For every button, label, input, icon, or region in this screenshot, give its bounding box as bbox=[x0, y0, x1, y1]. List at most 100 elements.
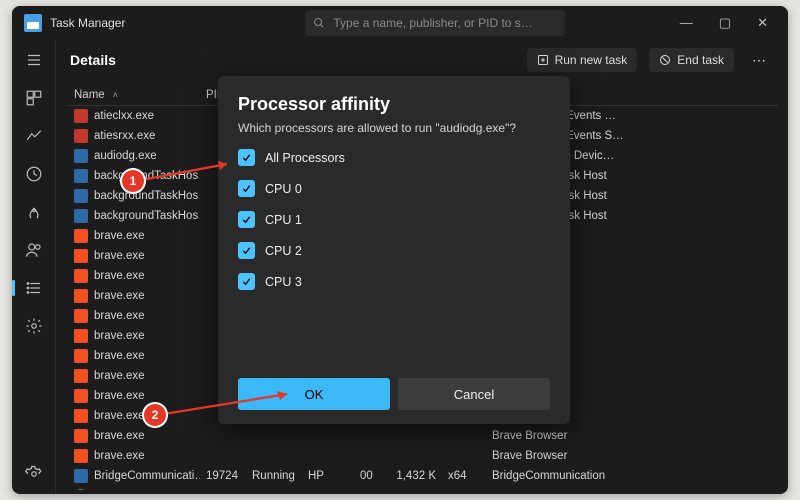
process-name: atieclxx.exe bbox=[94, 110, 154, 122]
cpu-option[interactable]: CPU 2 bbox=[238, 242, 550, 259]
process-name: backgroundTaskHos… bbox=[94, 170, 200, 182]
process-name: brave.exe bbox=[94, 250, 145, 262]
search-icon bbox=[313, 17, 325, 29]
app-title: Task Manager bbox=[50, 16, 125, 30]
cell-status: Running bbox=[246, 470, 302, 482]
checkbox-checked-icon[interactable] bbox=[238, 211, 255, 228]
process-icon bbox=[74, 489, 88, 490]
cell-desc: BridgeCommunication bbox=[486, 470, 778, 482]
cell-arch: x64 bbox=[442, 470, 486, 482]
cell-cpu: 00 bbox=[354, 470, 384, 482]
plus-icon bbox=[537, 54, 549, 66]
cell-desc: Brave Browser bbox=[486, 430, 778, 442]
dialog-question: Which processors are allowed to run "aud… bbox=[238, 121, 550, 135]
process-name: brave.exe bbox=[94, 290, 145, 302]
process-icon bbox=[74, 469, 88, 483]
process-icon bbox=[74, 189, 88, 203]
app-icon bbox=[24, 14, 42, 32]
nav-services[interactable] bbox=[24, 316, 44, 336]
process-icon bbox=[74, 369, 88, 383]
process-icon bbox=[74, 109, 88, 123]
process-name: brave.exe bbox=[94, 330, 145, 342]
stop-icon bbox=[659, 54, 671, 66]
end-task-button[interactable]: End task bbox=[649, 48, 734, 72]
process-name: brave.exe bbox=[94, 230, 145, 242]
cell-user: HP bbox=[302, 470, 354, 482]
process-icon bbox=[74, 289, 88, 303]
process-icon bbox=[74, 169, 88, 183]
process-name: backgroundTaskHos… bbox=[94, 190, 200, 202]
process-icon bbox=[74, 129, 88, 143]
cpu-option-label: CPU 0 bbox=[265, 182, 302, 196]
process-icon bbox=[74, 409, 88, 423]
maximize-button[interactable]: ▢ bbox=[719, 15, 731, 31]
dialog-title: Processor affinity bbox=[238, 94, 550, 115]
process-icon bbox=[74, 449, 88, 463]
nav-performance[interactable] bbox=[24, 126, 44, 146]
process-icon bbox=[74, 309, 88, 323]
process-name: atiesrxx.exe bbox=[94, 130, 155, 142]
process-name: backgroundTaskHos… bbox=[94, 210, 200, 222]
cell-desc: Brave Browser bbox=[486, 450, 778, 462]
cpu-options: All Processors CPU 0 CPU 1 CPU 2 CPU 3 bbox=[238, 149, 550, 290]
nav-details[interactable] bbox=[24, 278, 44, 298]
nav-rail bbox=[12, 40, 56, 494]
nav-users[interactable] bbox=[24, 240, 44, 260]
table-row[interactable]: BridgeCommunicati…19724RunningHP001,432 … bbox=[68, 466, 778, 486]
process-name: brave.exe bbox=[94, 390, 145, 402]
page-header: Details Run new task End task ⋯ bbox=[56, 40, 788, 80]
table-row[interactable]: chrome.exe6784RunningHP0090,012 Kx64Goog… bbox=[68, 486, 778, 490]
checkbox-checked-icon[interactable] bbox=[238, 242, 255, 259]
cell-pid: 19724 bbox=[200, 470, 246, 482]
ok-button[interactable]: OK bbox=[238, 378, 390, 410]
hamburger-icon[interactable] bbox=[24, 50, 44, 70]
cpu-option-label: CPU 2 bbox=[265, 244, 302, 258]
nav-app-history[interactable] bbox=[24, 164, 44, 184]
cpu-option[interactable]: All Processors bbox=[238, 149, 550, 166]
minimize-button[interactable]: — bbox=[680, 15, 693, 31]
cpu-option-label: CPU 1 bbox=[265, 213, 302, 227]
annotation-marker-1: 1 bbox=[122, 170, 144, 192]
col-name[interactable]: Name˄ bbox=[68, 89, 200, 101]
process-name: brave.exe bbox=[94, 410, 145, 422]
process-icon bbox=[74, 349, 88, 363]
process-icon bbox=[74, 249, 88, 263]
process-name: brave.exe bbox=[94, 430, 145, 442]
nav-settings[interactable] bbox=[24, 464, 44, 484]
table-row[interactable]: brave.exe Brave Browser bbox=[68, 426, 778, 446]
run-new-task-label: Run new task bbox=[555, 53, 628, 67]
search-input[interactable]: Type a name, publisher, or PID to s… bbox=[305, 10, 565, 36]
table-row[interactable]: brave.exe Brave Browser bbox=[68, 446, 778, 466]
cpu-option-label: CPU 3 bbox=[265, 275, 302, 289]
end-task-label: End task bbox=[677, 53, 724, 67]
process-icon bbox=[74, 429, 88, 443]
cpu-option-label: All Processors bbox=[265, 151, 345, 165]
checkbox-checked-icon[interactable] bbox=[238, 180, 255, 197]
process-name: brave.exe bbox=[94, 350, 145, 362]
page-title: Details bbox=[70, 52, 116, 68]
cell-mem: 1,432 K bbox=[384, 470, 442, 482]
cancel-button[interactable]: Cancel bbox=[398, 378, 550, 410]
cpu-option[interactable]: CPU 0 bbox=[238, 180, 550, 197]
nav-processes[interactable] bbox=[24, 88, 44, 108]
cpu-option[interactable]: CPU 3 bbox=[238, 273, 550, 290]
process-icon bbox=[74, 389, 88, 403]
annotation-marker-2: 2 bbox=[144, 404, 166, 426]
process-name: BridgeCommunicati… bbox=[94, 470, 200, 482]
task-manager-window: Task Manager Type a name, publisher, or … bbox=[12, 6, 788, 494]
search-placeholder: Type a name, publisher, or PID to s… bbox=[333, 16, 532, 30]
process-name: brave.exe bbox=[94, 450, 145, 462]
checkbox-checked-icon[interactable] bbox=[238, 273, 255, 290]
nav-startup[interactable] bbox=[24, 202, 44, 222]
process-name: brave.exe bbox=[94, 270, 145, 282]
process-icon bbox=[74, 229, 88, 243]
more-button[interactable]: ⋯ bbox=[746, 48, 774, 73]
checkbox-checked-icon[interactable] bbox=[238, 149, 255, 166]
run-new-task-button[interactable]: Run new task bbox=[527, 48, 638, 72]
process-icon bbox=[74, 149, 88, 163]
process-icon bbox=[74, 209, 88, 223]
cpu-option[interactable]: CPU 1 bbox=[238, 211, 550, 228]
titlebar: Task Manager Type a name, publisher, or … bbox=[12, 6, 788, 40]
process-name: audiodg.exe bbox=[94, 150, 157, 162]
close-button[interactable]: ✕ bbox=[757, 15, 768, 31]
